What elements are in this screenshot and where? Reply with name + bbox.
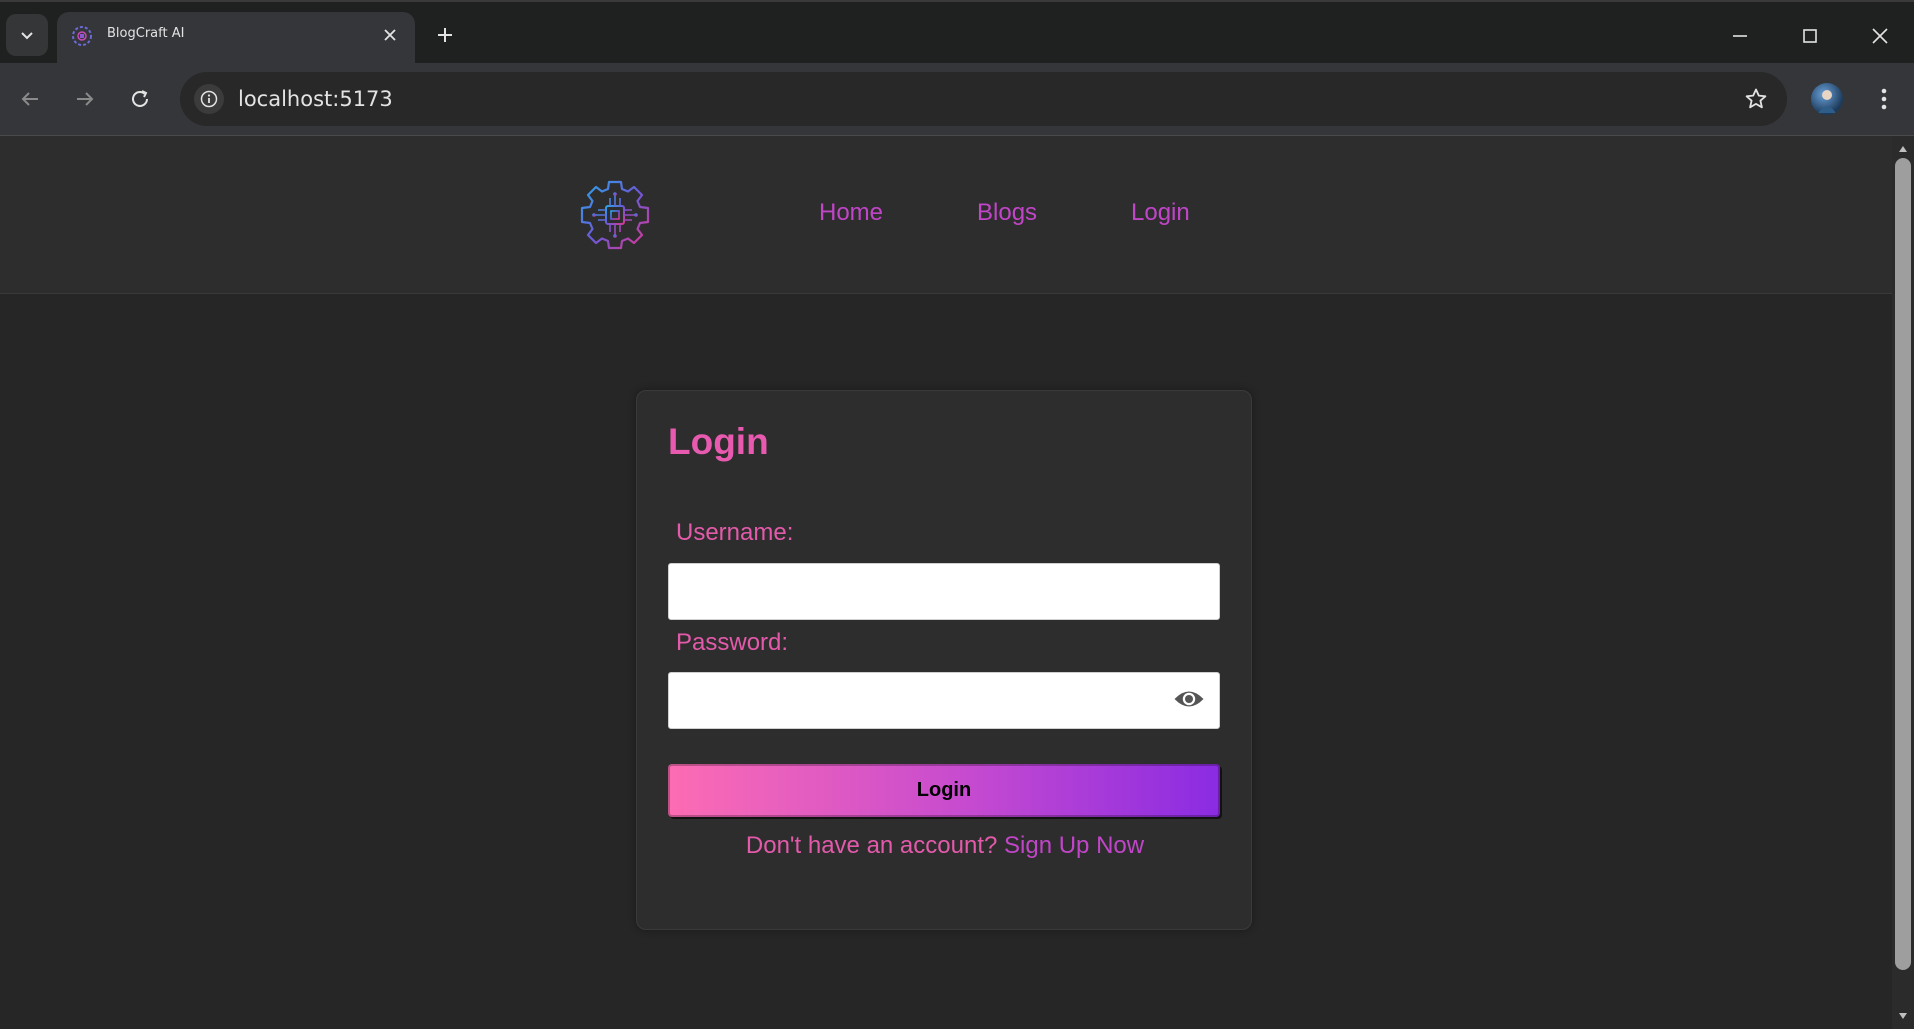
kebab-menu-icon xyxy=(1881,88,1887,110)
tab-list-button[interactable] xyxy=(6,14,48,56)
username-label: Username: xyxy=(676,519,794,546)
arrow-left-icon xyxy=(21,92,38,106)
scroll-up-arrow[interactable] xyxy=(1896,142,1910,156)
info-icon[interactable] xyxy=(194,84,224,114)
nav-link-blogs[interactable]: Blogs xyxy=(977,199,1037,227)
new-tab-button[interactable] xyxy=(430,20,460,50)
profile-avatar[interactable] xyxy=(1811,83,1843,115)
plus-icon xyxy=(438,28,452,42)
minimize-button[interactable] xyxy=(1722,18,1758,54)
close-tab-button[interactable] xyxy=(379,24,401,46)
scroll-thumb[interactable] xyxy=(1895,158,1911,970)
forward-button[interactable] xyxy=(65,79,105,119)
gear-circuit-icon[interactable] xyxy=(578,178,652,252)
triangle-down-icon xyxy=(1899,1013,1907,1019)
browser-toolbar: localhost:5173 xyxy=(0,63,1914,136)
star-icon xyxy=(1745,88,1767,109)
back-button[interactable] xyxy=(10,79,50,119)
signup-prompt: Don't have an account? Sign Up Now xyxy=(637,832,1253,860)
chevron-down-icon xyxy=(21,32,33,40)
triangle-up-icon xyxy=(1899,146,1907,152)
signup-link[interactable]: Sign Up Now xyxy=(1004,832,1144,859)
password-label: Password: xyxy=(676,629,789,656)
show-password-toggle[interactable] xyxy=(1172,682,1206,716)
password-input[interactable] xyxy=(668,672,1220,729)
maximize-icon xyxy=(1803,29,1817,43)
username-input[interactable] xyxy=(668,563,1220,620)
url-text: localhost:5173 xyxy=(238,87,393,111)
close-icon xyxy=(1872,28,1888,44)
browser-tab-bar: BlogCraft AI xyxy=(0,0,1914,66)
login-card: Login Username: Password: Login Don't ha… xyxy=(636,390,1252,930)
minimize-icon xyxy=(1733,35,1747,37)
gear-circuit-icon xyxy=(72,26,92,46)
close-window-button[interactable] xyxy=(1862,18,1898,54)
page-viewport: Home Blogs Login Login Username: Passwor… xyxy=(0,136,1892,1029)
nav-link-login[interactable]: Login xyxy=(1131,199,1190,227)
reload-icon xyxy=(132,90,148,107)
site-header: Home Blogs Login xyxy=(0,136,1892,294)
address-bar[interactable]: localhost:5173 xyxy=(180,72,1787,126)
arrow-right-icon xyxy=(77,92,94,106)
page-title: Login xyxy=(668,421,769,462)
nav-link-home[interactable]: Home xyxy=(819,199,883,227)
bookmark-button[interactable] xyxy=(1741,84,1771,114)
reload-button[interactable] xyxy=(120,79,160,119)
scroll-down-arrow[interactable] xyxy=(1896,1009,1910,1023)
tab-title: BlogCraft AI xyxy=(107,26,185,41)
browser-tab[interactable]: BlogCraft AI xyxy=(57,12,415,66)
close-icon xyxy=(384,29,396,41)
login-button[interactable]: Login xyxy=(668,764,1220,817)
maximize-button[interactable] xyxy=(1792,18,1828,54)
signup-prompt-text: Don't have an account? xyxy=(745,832,998,859)
eye-icon xyxy=(1174,691,1204,707)
browser-menu-button[interactable] xyxy=(1866,81,1902,117)
